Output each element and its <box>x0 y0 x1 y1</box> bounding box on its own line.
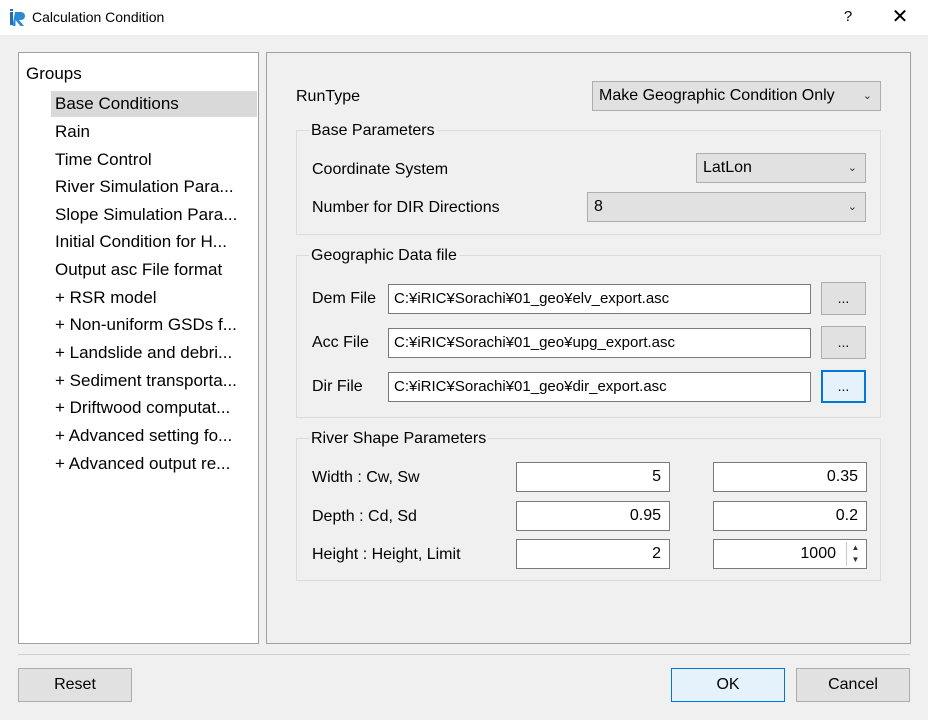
dem-browse-button[interactable]: ... <box>821 282 866 315</box>
coordinate-system-select[interactable]: LatLon ⌄ <box>696 153 866 183</box>
geographic-data-title: Geographic Data file <box>309 247 459 265</box>
group-item-non-uniform-gsds[interactable]: + Non-uniform GSDs f... <box>51 312 257 338</box>
width-cw-input[interactable]: 5 <box>516 462 670 492</box>
app-logo-icon <box>10 9 25 26</box>
dir-browse-button[interactable]: ... <box>821 370 866 403</box>
group-item-river-simulation[interactable]: River Simulation Para... <box>51 174 257 200</box>
group-item-advanced-output[interactable]: + Advanced output re... <box>51 451 257 477</box>
chevron-down-icon: ⌄ <box>847 162 857 174</box>
groups-panel: Groups Base Conditions Rain Time Control… <box>18 52 259 644</box>
acc-browse-button[interactable]: ... <box>821 326 866 359</box>
groups-header: Groups <box>26 64 82 83</box>
river-shape-title: River Shape Parameters <box>309 430 489 448</box>
limit-spinbox[interactable]: 1000 ▲ ▼ <box>713 539 867 569</box>
group-item-driftwood[interactable]: + Driftwood computat... <box>51 395 257 421</box>
dir-directions-select[interactable]: 8 ⌄ <box>587 192 866 222</box>
depth-cd-input[interactable]: 0.95 <box>516 501 670 531</box>
title-bar: Calculation Condition ? ✕ <box>0 0 928 35</box>
depth-sd-input[interactable]: 0.2 <box>713 501 867 531</box>
spin-up-icon[interactable]: ▲ <box>847 542 864 554</box>
group-item-sediment-transport[interactable]: + Sediment transporta... <box>51 368 257 394</box>
runtype-label: RunType <box>296 88 361 105</box>
settings-panel: RunType Make Geographic Condition Only ⌄… <box>266 52 911 644</box>
group-item-landslide[interactable]: + Landslide and debri... <box>51 340 257 366</box>
chevron-down-icon: ⌄ <box>862 90 872 102</box>
dir-directions-value: 8 <box>594 198 603 215</box>
dem-file-input[interactable]: C:¥iRIC¥Sorachi¥01_geo¥elv_export.asc <box>388 284 811 314</box>
runtype-value: Make Geographic Condition Only <box>599 87 835 104</box>
group-item-output-asc[interactable]: Output asc File format <box>51 257 257 283</box>
group-item-rsr-model[interactable]: + RSR model <box>51 285 257 311</box>
dir-file-label: Dir File <box>312 378 363 395</box>
height-label: Height : Height, Limit <box>312 546 461 563</box>
dir-directions-label: Number for DIR Directions <box>312 199 500 216</box>
group-item-time-control[interactable]: Time Control <box>51 147 257 173</box>
height-input[interactable]: 2 <box>516 539 670 569</box>
base-parameters-title: Base Parameters <box>309 122 437 140</box>
width-sw-input[interactable]: 0.35 <box>713 462 867 492</box>
group-item-slope-simulation[interactable]: Slope Simulation Para... <box>51 202 257 228</box>
ok-button[interactable]: OK <box>671 668 785 702</box>
reset-button[interactable]: Reset <box>18 668 132 702</box>
runtype-select[interactable]: Make Geographic Condition Only ⌄ <box>592 81 881 111</box>
group-item-initial-condition[interactable]: Initial Condition for H... <box>51 229 257 255</box>
group-item-advanced-setting[interactable]: + Advanced setting fo... <box>51 423 257 449</box>
width-label: Width : Cw, Sw <box>312 469 420 486</box>
base-parameters-group: Base Parameters Coordinate System LatLon… <box>296 122 881 235</box>
window-title: Calculation Condition <box>32 9 165 25</box>
depth-label: Depth : Cd, Sd <box>312 508 417 525</box>
dir-file-input[interactable]: C:¥iRIC¥Sorachi¥01_geo¥dir_export.asc <box>388 372 811 402</box>
chevron-down-icon: ⌄ <box>847 201 857 213</box>
coordinate-system-value: LatLon <box>703 159 752 176</box>
spin-arrows-icon[interactable]: ▲ ▼ <box>846 542 864 566</box>
group-item-rain[interactable]: Rain <box>51 119 257 145</box>
limit-value: 1000 <box>800 545 836 562</box>
close-button[interactable]: ✕ <box>886 3 914 31</box>
help-button[interactable]: ? <box>838 5 858 29</box>
river-shape-group: River Shape Parameters Width : Cw, Sw 5 … <box>296 430 881 581</box>
acc-file-label: Acc File <box>312 334 369 351</box>
footer-divider <box>18 654 910 655</box>
acc-file-input[interactable]: C:¥iRIC¥Sorachi¥01_geo¥upg_export.asc <box>388 328 811 358</box>
geographic-data-group: Geographic Data file Dem File C:¥iRIC¥So… <box>296 247 881 418</box>
spin-down-icon[interactable]: ▼ <box>847 554 864 566</box>
coordinate-system-label: Coordinate System <box>312 161 449 178</box>
cancel-button[interactable]: Cancel <box>796 668 910 702</box>
dem-file-label: Dem File <box>312 290 377 307</box>
group-item-base-conditions[interactable]: Base Conditions <box>51 91 257 117</box>
